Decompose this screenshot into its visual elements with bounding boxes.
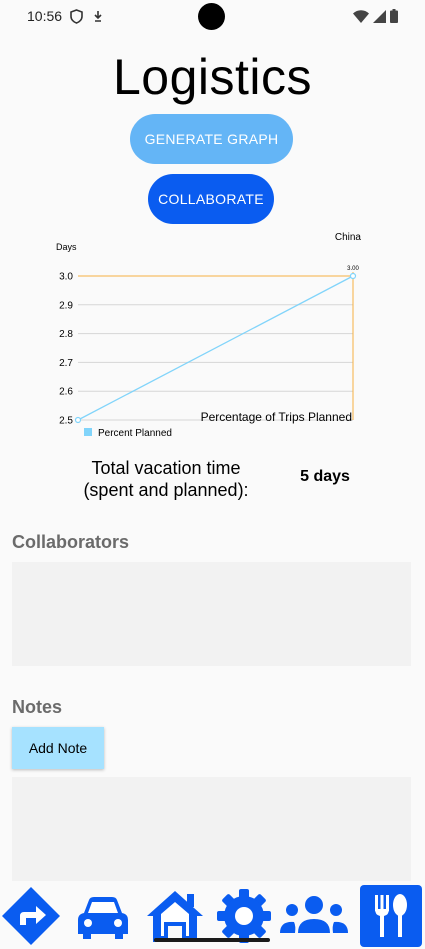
collaborate-button[interactable]: COLLABORATE bbox=[148, 174, 274, 224]
settings-icon bbox=[215, 887, 273, 945]
vacation-time-label: Total vacation time (spent and planned): bbox=[66, 457, 266, 501]
home-indicator bbox=[154, 938, 270, 942]
status-time: 10:56 bbox=[27, 8, 63, 24]
chart-data-point bbox=[349, 272, 357, 280]
vacation-time-value: 5 days bbox=[300, 468, 350, 485]
signal-icon bbox=[373, 9, 386, 28]
status-bar: 10:56 bbox=[0, 0, 425, 34]
chart-y-tick-label: 2.9 bbox=[59, 300, 73, 311]
vacation-time-label-line1: Total vacation time bbox=[91, 458, 241, 478]
wifi-icon bbox=[353, 9, 369, 28]
camera-cutout bbox=[198, 3, 225, 30]
chart-y-tick-label: 2.5 bbox=[59, 416, 73, 427]
page-title: Logistics bbox=[112, 49, 313, 105]
chart-data-point bbox=[74, 416, 82, 424]
shield-icon bbox=[70, 9, 83, 29]
notes-heading: Notes bbox=[12, 697, 63, 717]
chart-y-tick-label: 2.7 bbox=[59, 358, 73, 369]
nav-directions[interactable] bbox=[0, 885, 62, 947]
directions-icon bbox=[0, 885, 62, 947]
chart-svg: 2.5 2.6 2.7 2.8 2.9 3.0 3.00 Days China Perce… bbox=[56, 232, 362, 439]
battery-icon bbox=[390, 9, 398, 28]
add-note-button[interactable]: Add Note bbox=[12, 727, 104, 769]
download-icon bbox=[93, 9, 103, 29]
chart-y-tick-label: 2.8 bbox=[59, 329, 73, 340]
nav-restaurant[interactable] bbox=[360, 885, 422, 947]
notes-list[interactable] bbox=[12, 777, 411, 881]
chart-legend-swatch bbox=[84, 428, 92, 436]
nav-car[interactable] bbox=[72, 885, 134, 947]
home-icon bbox=[145, 888, 205, 944]
chart-y-tick-label: 3.0 bbox=[59, 272, 73, 283]
car-icon bbox=[74, 891, 132, 941]
chart-y-tick-label: 2.6 bbox=[59, 387, 73, 398]
chart-legend-label: Percent Planned bbox=[98, 428, 172, 439]
vacation-time-label-line2: (spent and planned): bbox=[83, 480, 249, 500]
restaurant-icon bbox=[371, 891, 411, 941]
status-left-icons bbox=[70, 9, 103, 29]
chart-series: 3.00 bbox=[74, 266, 359, 424]
chart-title: China bbox=[335, 232, 362, 243]
chart-y-axis-label: Days bbox=[56, 242, 77, 252]
nav-group[interactable] bbox=[280, 885, 348, 947]
chart-series-line bbox=[77, 275, 354, 421]
status-right-icons bbox=[353, 9, 398, 28]
trips-chart: 2.5 2.6 2.7 2.8 2.9 3.0 3.00 Days China Perce… bbox=[0, 228, 425, 443]
chart-description: Percentage of Trips Planned bbox=[201, 410, 352, 424]
group-icon bbox=[278, 893, 350, 939]
chart-data-label: 3.00 bbox=[347, 266, 359, 272]
collaborators-heading: Collaborators bbox=[12, 532, 130, 552]
collaborators-list[interactable] bbox=[12, 562, 411, 666]
chart-y-ticks: 2.5 2.6 2.7 2.8 2.9 3.0 bbox=[59, 272, 73, 427]
generate-graph-button[interactable]: GENERATE GRAPH bbox=[130, 114, 293, 164]
